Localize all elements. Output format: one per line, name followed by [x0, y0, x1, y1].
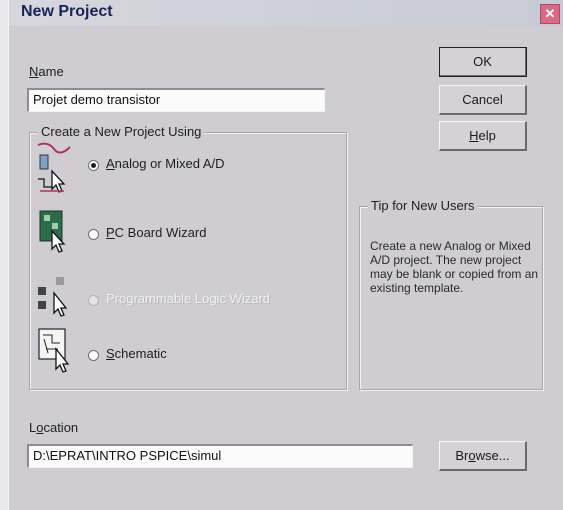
pcb-wizard-icon	[39, 210, 66, 253]
option-analog[interactable]: Analog or Mixed A/D	[30, 139, 330, 199]
location-input[interactable]: D:\EPRAT\INTRO PSPICE\simul	[27, 444, 413, 468]
create-group-title: Create a New Project Using	[38, 124, 205, 139]
title-bar: New Project ✕	[9, 0, 563, 26]
name-label: Name	[29, 64, 64, 79]
tip-text: Create a new Analog or Mixed A/D project…	[370, 239, 539, 295]
create-project-group: Create a New Project Using Analog or Mix…	[29, 124, 347, 390]
schematic-icon	[38, 328, 70, 373]
option-analog-label: Analog or Mixed A/D	[106, 156, 225, 171]
ok-button[interactable]: OK	[439, 47, 527, 77]
analog-circuit-icon	[37, 142, 71, 193]
tip-group-title: Tip for New Users	[368, 198, 478, 213]
option-pcb-wizard[interactable]: PC Board Wizard	[30, 203, 330, 263]
location-label: Location	[29, 420, 79, 435]
radio-pcb-wizard[interactable]	[88, 229, 99, 240]
close-icon: ✕	[544, 6, 556, 21]
help-button[interactable]: Help	[439, 121, 527, 151]
name-input[interactable]: Projet demo transistor	[27, 88, 325, 112]
close-button[interactable]: ✕	[540, 4, 560, 24]
page-edge	[0, 0, 8, 510]
option-programmable-logic-label: Programmable Logic Wizard	[106, 291, 271, 306]
radio-schematic[interactable]	[88, 350, 99, 361]
dialog-title: New Project	[21, 3, 113, 20]
option-schematic-label: Schematic	[106, 346, 167, 361]
new-project-dialog: New Project ✕ Name Projet demo transisto…	[8, 0, 563, 510]
option-pcb-wizard-label: PC Board Wizard	[106, 225, 207, 240]
option-schematic[interactable]: Schematic	[30, 321, 330, 381]
radio-analog[interactable]	[88, 160, 99, 171]
radio-programmable-logic	[88, 295, 99, 306]
tip-group: Tip for New Users Create a new Analog or…	[359, 198, 543, 390]
browse-button[interactable]: Browse...	[439, 441, 527, 471]
programmable-logic-icon	[38, 277, 68, 317]
cancel-button[interactable]: Cancel	[439, 85, 527, 115]
